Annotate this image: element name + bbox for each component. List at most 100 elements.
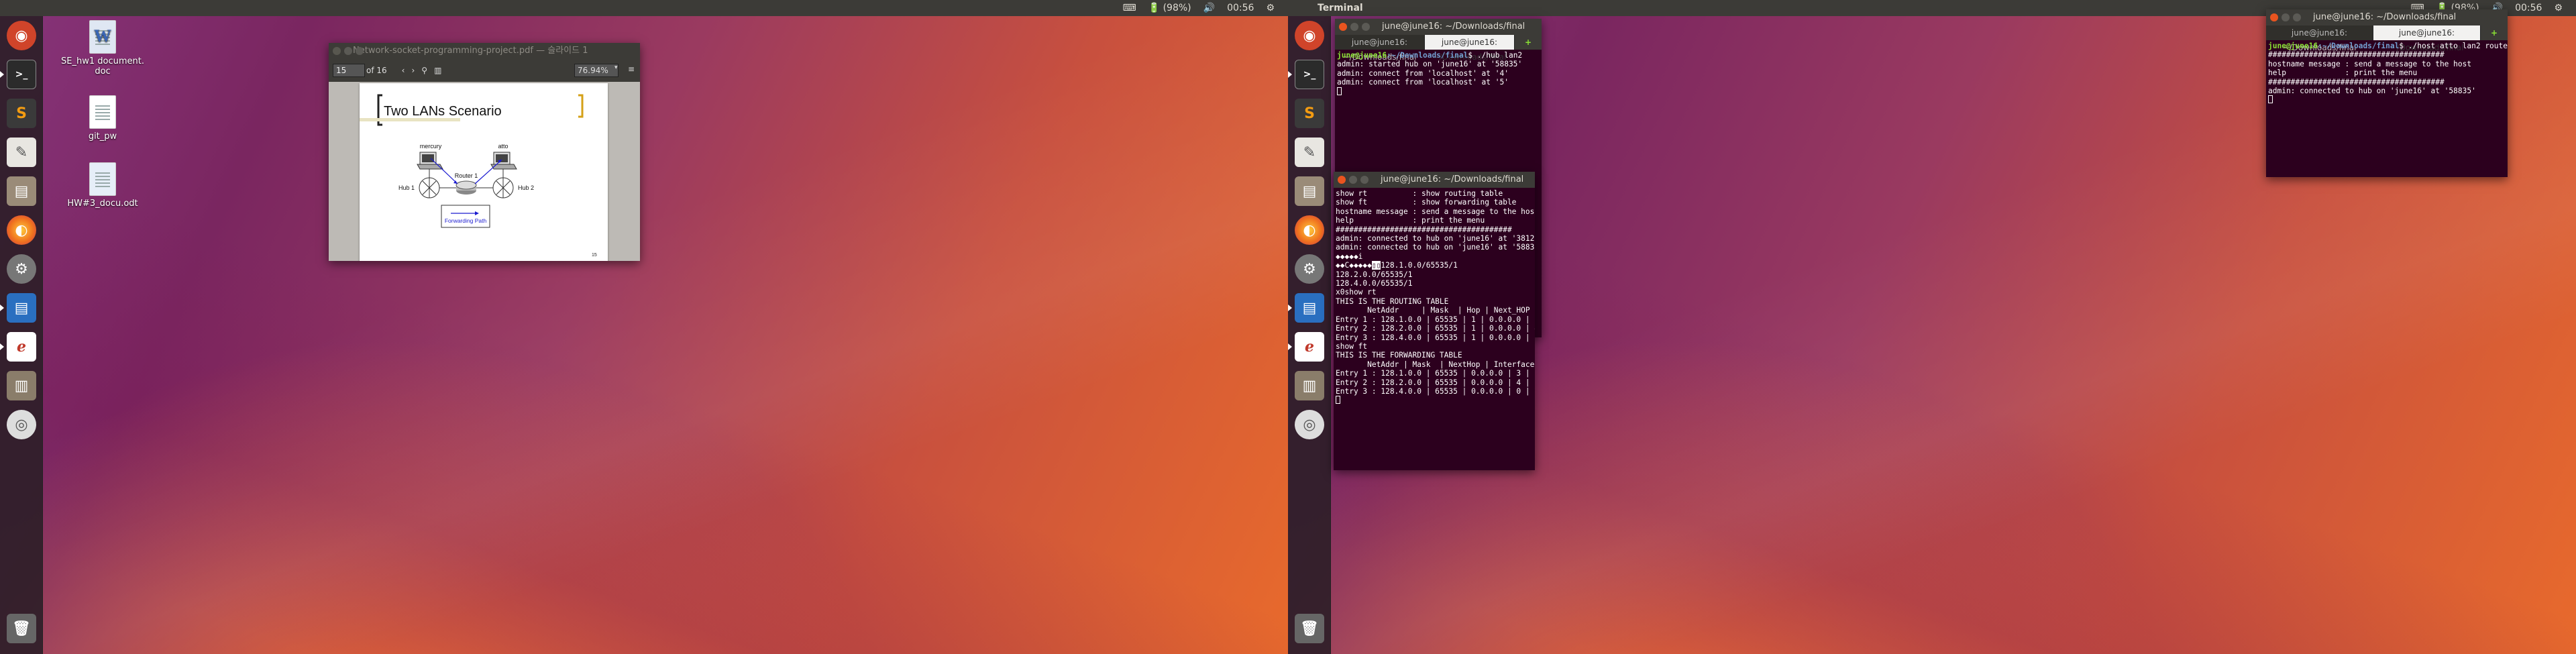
close-button[interactable] (1338, 176, 1346, 184)
launcher-terminal[interactable]: >_ (0, 58, 39, 91)
launcher-archive[interactable]: ▥ (4, 369, 39, 402)
terminal-line: hostname message : send a message to the… (1336, 207, 1535, 216)
next-page-icon[interactable]: › (411, 66, 415, 75)
launcher-archive[interactable]: ▥ (1292, 369, 1327, 402)
desktop-icon-git-pw[interactable]: git_pw (52, 95, 153, 142)
launcher-files[interactable]: ▤ (4, 174, 39, 208)
launcher-trash[interactable]: 🗑 (4, 612, 39, 645)
search-icon[interactable]: ⚲ (421, 66, 427, 75)
terminal-output[interactable]: show rt : show routing table show ft : s… (1334, 188, 1535, 406)
launcher-writer[interactable]: ▤ (1288, 291, 1327, 325)
slide-page-number: 15 (592, 253, 597, 258)
terminal-tab-2[interactable]: june@june16: ~/Downloads/final (2373, 25, 2481, 52)
terminal-tab-1[interactable]: june@june16: ~/Downloads/final (2266, 25, 2373, 52)
clock[interactable]: 00:56 (2515, 0, 2542, 16)
new-tab-plus-icon[interactable]: + (1515, 35, 1542, 50)
launcher-ubuntu-home[interactable]: ◉ (4, 19, 39, 52)
window-title: june@june16: ~/Downloads/final (1381, 174, 1524, 184)
launcher-files[interactable]: ▤ (1292, 174, 1327, 208)
launcher-ubuntu-home[interactable]: ◉ (1292, 19, 1327, 52)
terminal-line: Entry 1 : 128.1.0.0 | 65535 | 1 | 0.0.0.… (1336, 315, 1535, 324)
maximize-button[interactable] (1362, 23, 1370, 31)
terminal-line: ◆◆◆◆◆i (1336, 252, 1363, 261)
window-titlebar[interactable]: june@june16: ~/Downloads/final (2266, 9, 2508, 25)
launcher-text-editor[interactable]: ✎ (1292, 135, 1327, 169)
terminal-line: Entry 3 : 128.4.0.0 | 65535 | 1 | 0.0.0.… (1336, 333, 1535, 342)
terminal-output[interactable]: june@june16:~/Downloads/final$ ./hub lan… (1335, 50, 1542, 97)
launcher-trash[interactable]: 🗑 (1292, 612, 1327, 645)
terminal-line: THIS IS THE FORWARDING TABLE (1336, 351, 1462, 360)
launcher-dvd[interactable]: ◎ (1292, 408, 1327, 441)
close-button[interactable] (1339, 23, 1347, 31)
dvd-icon: ◎ (7, 410, 36, 439)
previous-page-icon[interactable]: ‹ (402, 66, 405, 75)
terminal-window-router: june@june16: ~/Downloads/final show rt :… (1334, 172, 1535, 470)
router-icon (455, 180, 477, 195)
minimize-button[interactable] (1349, 176, 1357, 184)
minimize-button[interactable] (1350, 23, 1358, 31)
launcher-text-editor[interactable]: ✎ (4, 135, 39, 169)
terminal-tab-1[interactable]: june@june16: ~/Downloads/final (1335, 35, 1425, 62)
volume-icon[interactable]: 🔊 (1203, 0, 1215, 16)
launcher-sublime[interactable]: S (1292, 97, 1327, 130)
close-button[interactable] (333, 47, 341, 55)
hub-2-label: Hub 2 (518, 184, 534, 191)
launcher-pdf-reader[interactable]: ℯ (1288, 330, 1327, 364)
terminal-line: admin: connected to hub on 'june16' at '… (2268, 87, 2476, 96)
maximize-button[interactable] (356, 47, 364, 55)
terminal-line: 128.2.0.0/65535/1 (1336, 270, 1413, 279)
command-text: $ ./host atto lan2 router1 (2399, 42, 2508, 50)
terminal-window-host: june@june16: ~/Downloads/final june@june… (2266, 9, 2508, 177)
maximize-button[interactable] (2293, 13, 2301, 21)
terminal-line: help : print the menu (2268, 68, 2418, 78)
terminal-line: THIS IS THE ROUTING TABLE (1336, 296, 1449, 306)
terminal-line: Entry 3 : 128.4.0.0 | 65535 | 0.0.0.0 | … (1336, 386, 1535, 396)
launcher-terminal[interactable]: >_ (1288, 58, 1327, 91)
launcher-pdf-reader[interactable]: ℯ (0, 330, 39, 364)
minimize-button[interactable] (344, 47, 352, 55)
word-document-icon: W (89, 20, 116, 54)
keyboard-icon[interactable]: ⌨ (1122, 0, 1136, 16)
settings-gear-icon[interactable]: ⚙ (2554, 0, 2563, 16)
close-button[interactable] (2270, 13, 2278, 21)
window-titlebar[interactable]: june@june16: ~/Downloads/final (1335, 19, 1542, 35)
launcher-firefox[interactable]: ◐ (1292, 213, 1327, 247)
sublime-text-icon: S (7, 99, 36, 128)
prompt-user: june@june16 (1337, 51, 1387, 60)
launcher-dvd[interactable]: ◎ (4, 408, 39, 441)
terminal-tab-2[interactable]: june@june16: ~/Downloads/final (1425, 35, 1515, 62)
sidebar-icon[interactable]: ▥ (434, 66, 441, 75)
clock[interactable]: 00:56 (1227, 0, 1254, 16)
terminal-output[interactable]: june@june16:~/Downloads/final$ ./host at… (2266, 40, 2508, 106)
pdf-toolbar: 15 of 16 ‹ › ⚲ ▥ 76.94% ▾ ≡ (329, 59, 640, 82)
active-app-title: Terminal (1318, 3, 1363, 13)
launcher-firefox[interactable]: ◐ (4, 213, 39, 247)
maximize-button[interactable] (1360, 176, 1368, 184)
zoom-select[interactable]: 76.94% (574, 64, 619, 77)
new-tab-plus-icon[interactable]: + (2481, 25, 2508, 40)
desktop-icon-se-hw1[interactable]: W SE_hw1 document. doc (52, 20, 153, 76)
window-controls (2270, 13, 2301, 21)
launcher-settings[interactable]: ⚙ (1292, 252, 1327, 286)
settings-icon: ⚙ (1295, 254, 1324, 284)
left-screen: ⌨ 🔋 (98%) 🔊 00:56 ⚙ ◉ >_ S ✎ ▤ ◐ ⚙ ▤ ℯ ▥… (0, 0, 1288, 654)
terminal-line: NetAddr | Mask | Hop | Next_HOP | Interf… (1367, 306, 1535, 315)
desktop-icon-hw3-docu[interactable]: HW#3_docu.odt (52, 162, 153, 209)
battery-indicator[interactable]: 🔋 (98%) (1148, 0, 1191, 16)
launcher-writer[interactable]: ▤ (0, 291, 39, 325)
menu-icon[interactable]: ≡ (628, 64, 635, 74)
terminal-icon: >_ (7, 60, 36, 89)
minimize-button[interactable] (2282, 13, 2290, 21)
terminal-line: hostname message : send a message to the… (2268, 59, 2472, 68)
command-text: $ ./hub lan2 (1468, 51, 1523, 60)
terminal-tabs: june@june16: ~/Downloads/final june@june… (2266, 25, 2508, 52)
launcher-sublime[interactable]: S (4, 97, 39, 130)
page-number-input[interactable]: 15 (333, 64, 365, 77)
prompt-user: june@june16 (2268, 42, 2318, 50)
pdf-document-view[interactable]: Two LANs Scenario mercury atto Router 1 … (329, 82, 640, 261)
settings-gear-icon[interactable]: ⚙ (1266, 0, 1275, 16)
window-titlebar[interactable]: Network-socket-programming-project.pdf —… (329, 43, 640, 59)
launcher-settings[interactable]: ⚙ (4, 252, 39, 286)
page-total: of 16 (366, 66, 387, 75)
window-titlebar[interactable]: june@june16: ~/Downloads/final (1334, 172, 1535, 188)
